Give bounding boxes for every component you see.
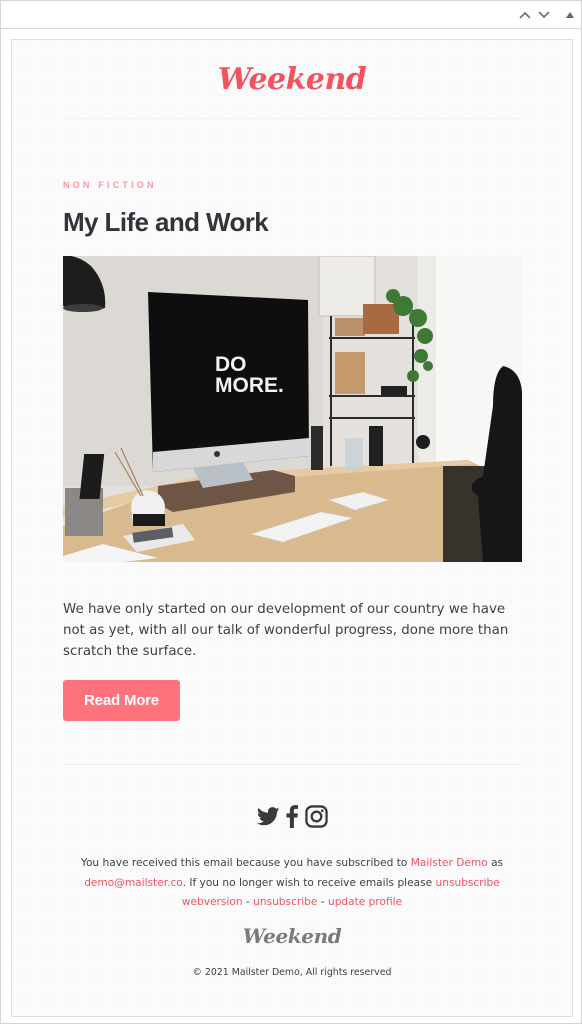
- article-category: NON FICTION: [63, 180, 157, 190]
- footer-divider: [63, 764, 521, 765]
- article-title: My Life and Work: [63, 207, 269, 237]
- brand-logo[interactable]: Weekend: [12, 62, 572, 97]
- instagram-link[interactable]: [304, 804, 328, 828]
- instagram-icon: [304, 804, 328, 828]
- twitter-icon: [256, 806, 280, 825]
- chevron-down-icon: [538, 11, 550, 19]
- facebook-link[interactable]: [284, 804, 300, 828]
- triangle-up-icon: [566, 12, 574, 18]
- footer-notice-unsub-text: . If you no longer wish to receive email…: [182, 876, 436, 889]
- collapse-panel-button[interactable]: [562, 7, 578, 23]
- footer-notice: You have received this email because you…: [52, 854, 532, 913]
- social-links: [12, 802, 572, 830]
- email-preview-panel: Weekend NON FICTION My Life and Work DO …: [0, 0, 582, 1024]
- webversion-link[interactable]: webversion: [182, 896, 243, 908]
- unsubscribe-link[interactable]: unsubscribe: [253, 896, 317, 908]
- panel-toolbar: [1, 1, 581, 29]
- article-excerpt: We have only started on our development …: [63, 602, 509, 659]
- hero-image[interactable]: DO MORE.: [63, 256, 522, 562]
- read-more-button[interactable]: Read More: [63, 680, 180, 721]
- header-divider: [63, 118, 521, 119]
- footer-notice-as: as: [487, 857, 504, 869]
- link-separator: -: [317, 896, 328, 908]
- facebook-icon: [286, 804, 298, 828]
- link-separator: -: [242, 896, 254, 908]
- screen-text-line2: MORE.: [215, 374, 284, 397]
- update-profile-link[interactable]: update profile: [328, 896, 402, 908]
- chevron-up-icon: [519, 11, 531, 19]
- email-body: Weekend NON FICTION My Life and Work DO …: [11, 39, 573, 1017]
- move-down-button[interactable]: [536, 7, 552, 23]
- copyright-text: © 2021 Mailster Demo, All rights reserve…: [192, 967, 392, 978]
- subscriber-email-link[interactable]: demo@mailster.co: [84, 877, 182, 889]
- footer-brand-logo: Weekend: [242, 924, 342, 948]
- unsubscribe-inline-link[interactable]: unsubscribe: [436, 877, 500, 889]
- twitter-link[interactable]: [256, 804, 280, 828]
- company-link[interactable]: Mailster Demo: [411, 857, 488, 869]
- footer-notice-prefix: You have received this email because you…: [80, 857, 411, 869]
- screen-text-line1: DO: [215, 353, 247, 376]
- move-up-button[interactable]: [517, 7, 533, 23]
